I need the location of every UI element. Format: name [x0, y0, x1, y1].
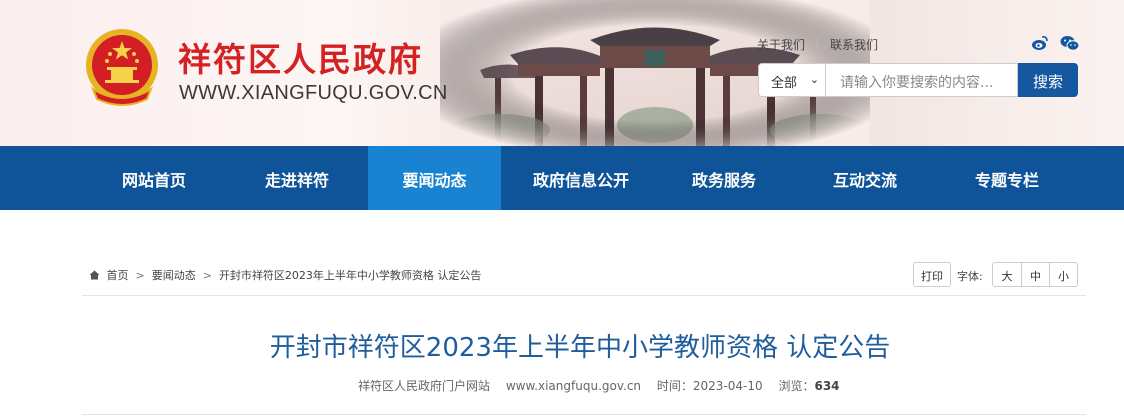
font-large-button[interactable]: 大	[993, 263, 1021, 286]
views-label: 浏览：	[778, 379, 815, 393]
nav-item-gov-info[interactable]: 政府信息公开	[501, 146, 661, 210]
article-views: 浏览：634	[778, 379, 839, 393]
search-input[interactable]: 请输入你要搜索的内容...	[826, 63, 1018, 97]
font-medium-button[interactable]: 中	[1021, 263, 1049, 286]
nav-item-news[interactable]: 要闻动态	[368, 146, 501, 210]
chevron-right-icon: >	[135, 269, 145, 282]
site-url: WWW.XIANGFUQU.GOV.CN	[179, 82, 448, 104]
article-title: 开封市祥符区2023年上半年中小学教师资格 认定公告	[269, 333, 891, 363]
nav-item-special[interactable]: 专题专栏	[943, 146, 1071, 210]
search-button[interactable]: 搜索	[1018, 63, 1078, 97]
views-value: 634	[814, 379, 840, 393]
main-nav: 网站首页 走进祥符 要闻动态 政府信息公开 政务服务 互动交流 专题专栏	[0, 146, 1124, 210]
nav-item-services[interactable]: 政务服务	[661, 146, 787, 210]
article-url: www.xiangfuqu.gov.cn	[505, 379, 642, 393]
time-label: 时间：	[656, 379, 693, 393]
wechat-icon[interactable]	[1060, 35, 1080, 55]
divider	[817, 38, 819, 50]
site-header: 祥符区人民政府 WWW.XIANGFUQU.GOV.CN 关于我们 联系我们 全…	[0, 0, 1124, 146]
search-scope-value: 全部	[771, 76, 798, 91]
breadcrumb-home[interactable]: 首页	[107, 269, 129, 282]
contact-us-link[interactable]: 联系我们	[830, 38, 878, 52]
font-small-button[interactable]: 小	[1049, 263, 1077, 286]
top-links: 关于我们 联系我们	[757, 36, 878, 53]
home-icon	[89, 269, 107, 282]
national-emblem-logo	[86, 29, 158, 106]
article-time: 时间：2023-04-10	[657, 379, 763, 393]
nav-item-home[interactable]: 网站首页	[82, 146, 226, 210]
time-value: 2023-04-10	[692, 379, 763, 393]
divider	[82, 295, 1086, 296]
font-size-group: 大 中 小	[992, 262, 1078, 287]
search-scope-select[interactable]: 全部 ⌄	[758, 63, 826, 97]
article-meta: 祥符区人民政府门户网站 www.xiangfuqu.gov.cn 时间：2023…	[358, 377, 852, 394]
print-button[interactable]: 打印	[913, 262, 951, 287]
article-source: 祥符区人民政府门户网站	[358, 379, 491, 393]
nav-item-about-xiangfu[interactable]: 走进祥符	[226, 146, 368, 210]
chevron-right-icon: >	[202, 269, 212, 282]
chevron-down-icon: ⌄	[809, 73, 819, 86]
site-name: 祥符区人民政府	[178, 40, 423, 79]
search-box: 全部 ⌄ 请输入你要搜索的内容... 搜索	[758, 63, 1078, 97]
divider	[82, 414, 1086, 415]
breadcrumb-current: 开封市祥符区2023年上半年中小学教师资格 认定公告	[218, 269, 482, 282]
nav-item-interaction[interactable]: 互动交流	[787, 146, 943, 210]
font-size-label: 字体:	[957, 270, 983, 283]
breadcrumb-news[interactable]: 要闻动态	[152, 269, 196, 282]
about-us-link[interactable]: 关于我们	[757, 38, 805, 52]
breadcrumb: 首页 > 要闻动态 > 开封市祥符区2023年上半年中小学教师资格 认定公告	[89, 267, 481, 283]
weibo-icon[interactable]	[1031, 35, 1049, 55]
social-links	[1031, 35, 1086, 55]
